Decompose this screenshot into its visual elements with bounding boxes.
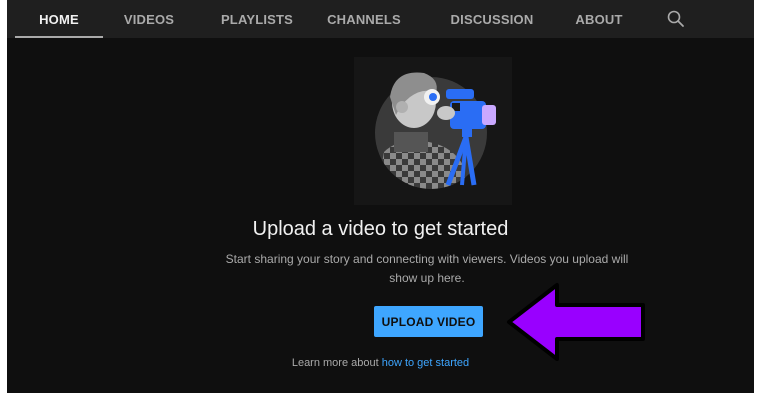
how-to-get-started-link[interactable]: how to get started (382, 357, 469, 369)
tab-about[interactable]: ABOUT (563, 0, 635, 38)
channel-tab-bar: HOME VIDEOS PLAYLISTS CHANNELS DISCUSSIO… (7, 0, 754, 38)
camera-operator-illustration (354, 57, 512, 205)
channel-page: HOME VIDEOS PLAYLISTS CHANNELS DISCUSSIO… (7, 0, 754, 393)
upload-video-button[interactable]: UPLOAD VIDEO (374, 306, 483, 337)
learn-more-prefix: Learn more about (291, 357, 382, 369)
learn-more-text: Learn more about how to get started (7, 357, 754, 369)
tab-playlists[interactable]: PLAYLISTS (210, 0, 304, 38)
tab-channels[interactable]: CHANNELS (316, 0, 412, 38)
search-icon[interactable] (665, 8, 687, 30)
tab-videos[interactable]: VIDEOS (114, 0, 184, 38)
purple-arrow-icon (505, 281, 647, 363)
tab-home[interactable]: HOME (15, 0, 103, 38)
empty-state-heading: Upload a video to get started (252, 218, 509, 240)
tab-discussion[interactable]: DISCUSSION (439, 0, 545, 38)
